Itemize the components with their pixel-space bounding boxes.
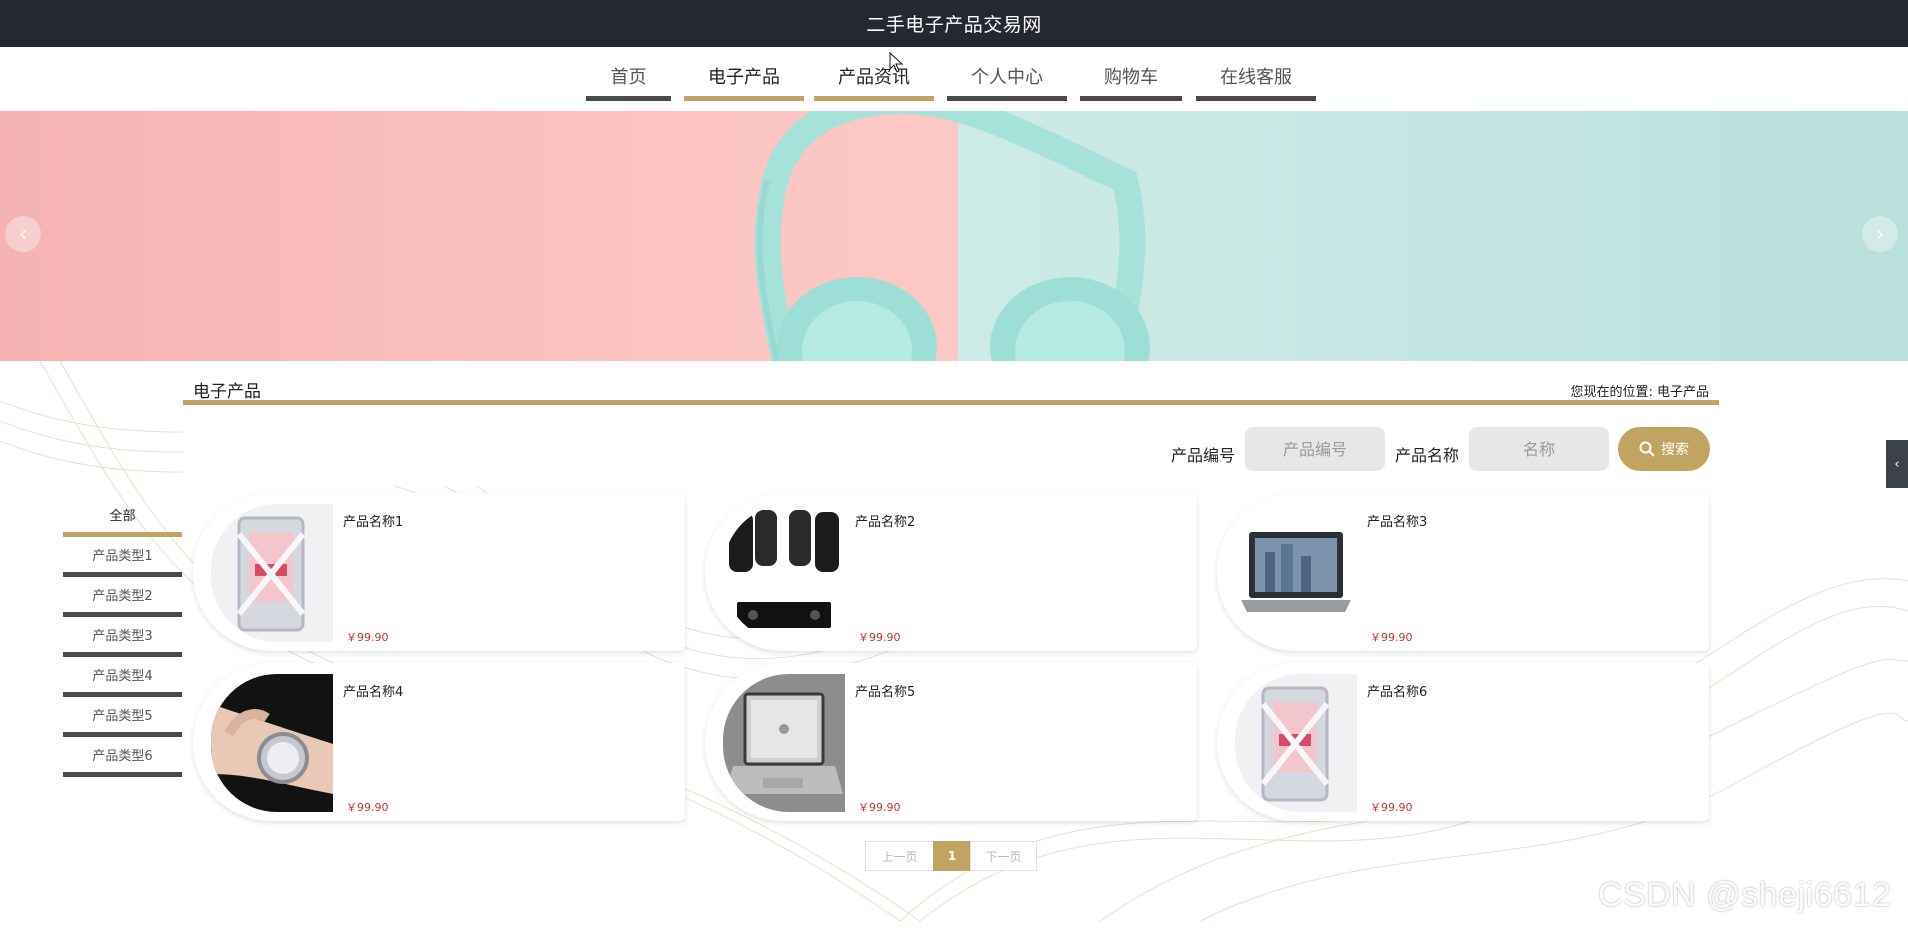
section-divider [183, 400, 1719, 405]
product-image [1235, 674, 1357, 812]
pc-case-image [1235, 674, 1357, 812]
product-price: ￥99.90 [1370, 631, 1413, 644]
product-card[interactable]: 产品名称3 ￥99.90 [1217, 493, 1709, 651]
product-card[interactable]: 产品名称4 ￥99.90 [193, 663, 685, 821]
category-item-all[interactable]: 全部 [63, 505, 182, 537]
nav-label: 首页 [610, 67, 647, 88]
category-label: 产品类型4 [92, 669, 153, 684]
product-image [723, 504, 845, 642]
product-card[interactable]: 产品名称6 ￥99.90 [1217, 663, 1709, 821]
product-name-label: 产品名称 [1395, 446, 1460, 465]
macbook-image [723, 674, 845, 812]
breadcrumb-current[interactable]: 电子产品 [1657, 385, 1709, 400]
product-code-input[interactable] [1245, 427, 1385, 471]
category-label: 产品类型5 [92, 709, 153, 724]
product-card[interactable]: 产品名称5 ￥99.90 [705, 663, 1197, 821]
watermark-text: CSDN @sheji6612 [1598, 876, 1892, 914]
banner-next-button[interactable]: › [1862, 216, 1898, 252]
section-title: 电子产品 [193, 382, 261, 402]
product-name: 产品名称2 [855, 515, 916, 530]
category-item-type4[interactable]: 产品类型4 [63, 665, 182, 697]
product-card[interactable]: 产品名称2 ￥99.90 [705, 493, 1197, 651]
nav-label: 个人中心 [971, 67, 1043, 88]
pagination-page-1[interactable]: 1 [933, 841, 971, 871]
category-label: 产品类型6 [92, 749, 153, 764]
search-button[interactable]: 搜索 [1618, 427, 1710, 471]
mouse-cursor-icon [889, 52, 904, 73]
category-item-type6[interactable]: 产品类型6 [63, 745, 182, 777]
nav-label: 电子产品 [708, 67, 780, 88]
category-item-type1[interactable]: 产品类型1 [63, 545, 182, 577]
top-bar: 二手电子产品交易网 [0, 0, 1908, 47]
watch-image [211, 674, 333, 812]
product-code-label: 产品编号 [1171, 446, 1236, 465]
product-image [211, 504, 333, 642]
pagination-next-button[interactable]: 下一页 [970, 841, 1037, 871]
pagination-prev-button[interactable]: 上一页 [865, 841, 934, 871]
speakers-image [723, 504, 845, 642]
product-price: ￥99.90 [1370, 801, 1413, 814]
breadcrumb: 您现在的位置: 电子产品 [1570, 381, 1709, 400]
search-button-label: 搜索 [1661, 442, 1689, 458]
category-item-type3[interactable]: 产品类型3 [63, 625, 182, 657]
product-name: 产品名称1 [343, 515, 404, 530]
category-label: 全部 [109, 509, 136, 524]
product-price: ￥99.90 [858, 801, 901, 814]
category-label: 产品类型1 [92, 549, 153, 564]
product-name: 产品名称6 [1367, 685, 1428, 700]
chevron-right-icon: › [1875, 221, 1885, 247]
category-label: 产品类型2 [92, 589, 153, 604]
product-name: 产品名称4 [343, 685, 404, 700]
nav-label: 购物车 [1104, 67, 1158, 88]
product-name-input[interactable] [1469, 427, 1609, 471]
main-nav: 首页 电子产品 产品资讯 个人中心 购物车 在线客服 [0, 47, 1908, 111]
product-name: 产品名称3 [1367, 515, 1428, 530]
product-price: ￥99.90 [346, 801, 389, 814]
chevron-left-icon: ‹ [18, 221, 28, 247]
product-image [211, 674, 333, 812]
site-title: 二手电子产品交易网 [866, 14, 1042, 36]
product-image [1235, 504, 1357, 642]
search-icon [1639, 441, 1655, 457]
category-item-type5[interactable]: 产品类型5 [63, 705, 182, 737]
nav-label: 在线客服 [1220, 67, 1292, 88]
category-label: 产品类型3 [92, 629, 153, 644]
product-card[interactable]: 产品名称1 ￥99.90 [193, 493, 685, 651]
product-price: ￥99.90 [346, 631, 389, 644]
side-panel-toggle[interactable]: ‹ [1886, 440, 1908, 488]
laptop-image [1235, 504, 1357, 642]
product-image [723, 674, 845, 812]
category-item-type2[interactable]: 产品类型2 [63, 585, 182, 617]
headphones-image [754, 111, 1150, 361]
product-name: 产品名称5 [855, 685, 916, 700]
pc-case-image [211, 504, 333, 642]
banner-carousel[interactable]: ‹ › [0, 111, 1908, 361]
breadcrumb-prefix: 您现在的位置: [1570, 385, 1653, 400]
product-price: ￥99.90 [858, 631, 901, 644]
banner-prev-button[interactable]: ‹ [5, 216, 41, 252]
chevron-left-icon: ‹ [1894, 456, 1900, 472]
